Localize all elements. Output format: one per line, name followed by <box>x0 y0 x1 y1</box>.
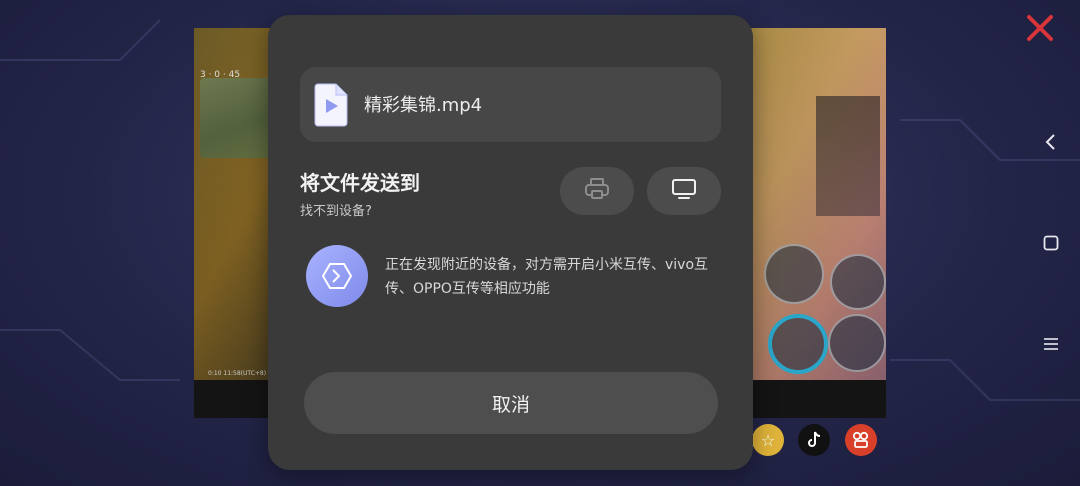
game-crouch-button <box>828 314 886 372</box>
video-timestamp: 0:10 11:58(UTC+8) <box>208 370 267 377</box>
cancel-button[interactable]: 取消 <box>304 372 718 434</box>
game-skill-button <box>764 244 824 304</box>
tiktok-icon[interactable] <box>798 424 830 456</box>
discovering-status-text: 正在发现附近的设备，对方需开启小米互传、vivo互传、OPPO互传等相应功能 <box>385 257 709 297</box>
nearby-share-icon <box>306 245 368 307</box>
tv-icon <box>671 177 697 205</box>
file-name: 精彩集锦.mp4 <box>364 95 483 116</box>
no-device-link[interactable]: 找不到设备? <box>300 200 372 219</box>
kuaishou-icon[interactable] <box>845 424 877 456</box>
menu-icon[interactable] <box>1036 329 1066 359</box>
close-icon[interactable] <box>1024 12 1056 44</box>
star-app-icon[interactable]: ☆ <box>752 424 784 456</box>
video-file-icon <box>313 83 349 127</box>
game-jump-button <box>830 254 886 310</box>
printer-icon <box>584 177 610 205</box>
back-icon[interactable] <box>1036 127 1066 157</box>
weapon-panel <box>816 96 880 216</box>
game-attack-button <box>768 314 828 374</box>
printer-button[interactable] <box>560 167 634 215</box>
share-dialog: 精彩集锦.mp4 将文件发送到 找不到设备? 正在发现附近的设备，对方需开启小米… <box>268 15 753 470</box>
tv-button[interactable] <box>647 167 721 215</box>
home-icon[interactable] <box>1036 228 1066 258</box>
minimap <box>200 78 270 158</box>
send-to-title: 将文件发送到 <box>300 171 420 195</box>
file-card: 精彩集锦.mp4 <box>300 67 721 142</box>
